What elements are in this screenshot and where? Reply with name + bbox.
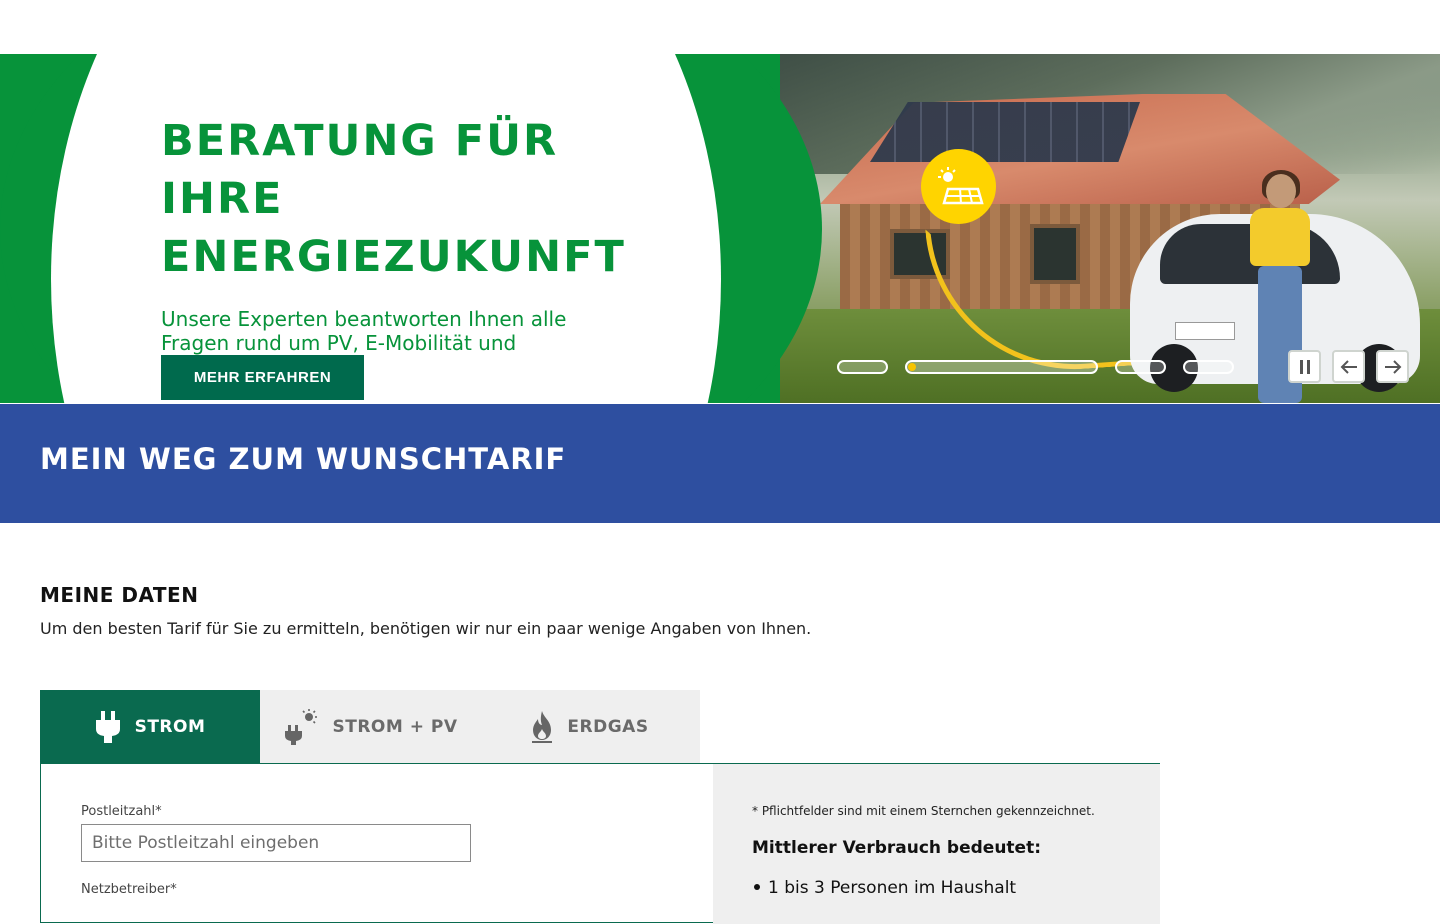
info-list: 1 bis 3 Personen im Haushalt [752,878,1016,898]
section-title: MEINE DATEN [40,583,199,607]
list-item-text: 1 bis 3 Personen im Haushalt [768,878,1017,898]
tab-strom-pv[interactable]: STROM + PV [260,690,480,764]
photo-car-plate [1175,322,1235,340]
carousel-dot[interactable] [1183,360,1234,374]
previous-slide-button[interactable] [1332,350,1365,383]
solar-sun-icon [921,149,996,224]
flame-icon [532,711,553,743]
list-item: 1 bis 3 Personen im Haushalt [752,878,1016,898]
tab-label: ERDGAS [567,717,649,737]
tab-label: STROM + PV [332,717,458,737]
hero-carousel: BERATUNG FÜR IHRE ENERGIEZUKUNFT Unsere … [0,54,1440,403]
tariff-banner: MEIN WEG ZUM WUNSCHTARIF [0,404,1440,523]
required-fields-note: * Pflichtfelder sind mit einem Sternchen… [752,804,1095,818]
netzbetreiber-label: Netzbetreiber* [81,882,177,897]
info-title: Mittlerer Verbrauch bedeutet: [752,838,1042,858]
tab-label: STROM [134,717,206,737]
next-slide-button[interactable] [1376,350,1409,383]
plug-sun-icon [284,709,317,745]
tab-erdgas[interactable]: ERDGAS [480,690,700,764]
carousel-dot[interactable] [1115,360,1166,374]
mehr-erfahren-button[interactable]: MEHR ERFAHREN [161,355,364,400]
tariff-form: Postleitzahl* Netzbetreiber* * Pflichtfe… [40,763,1160,924]
pause-icon [1299,359,1310,374]
postleitzahl-label: Postleitzahl* [81,804,162,819]
carousel-progress-indicator [908,363,916,371]
hero-title-line: IHRE [161,174,284,224]
hero-title: BERATUNG FÜR IHRE ENERGIEZUKUNFT [161,112,641,286]
info-panel: * Pflichtfelder sind mit einem Sternchen… [713,764,1160,924]
carousel-dot-active[interactable] [905,360,1098,374]
plug-icon [95,711,120,743]
tab-strom[interactable]: STROM [40,690,260,764]
tariff-banner-title: MEIN WEG ZUM WUNSCHTARIF [40,442,567,476]
hero-title-line: BERATUNG FÜR [161,116,559,166]
arrow-right-icon [1384,359,1401,374]
carousel-dot[interactable] [837,360,888,374]
arrow-left-icon [1340,359,1357,374]
section-description: Um den besten Tarif für Sie zu ermitteln… [40,619,812,638]
pause-button[interactable] [1288,350,1321,383]
energy-type-tabs: STROM STROM + PV ERDGAS [40,690,700,764]
postleitzahl-input[interactable] [81,824,471,862]
hero-title-line: ENERGIEZUKUNFT [161,232,626,282]
photo-solar-panels [870,102,1140,162]
